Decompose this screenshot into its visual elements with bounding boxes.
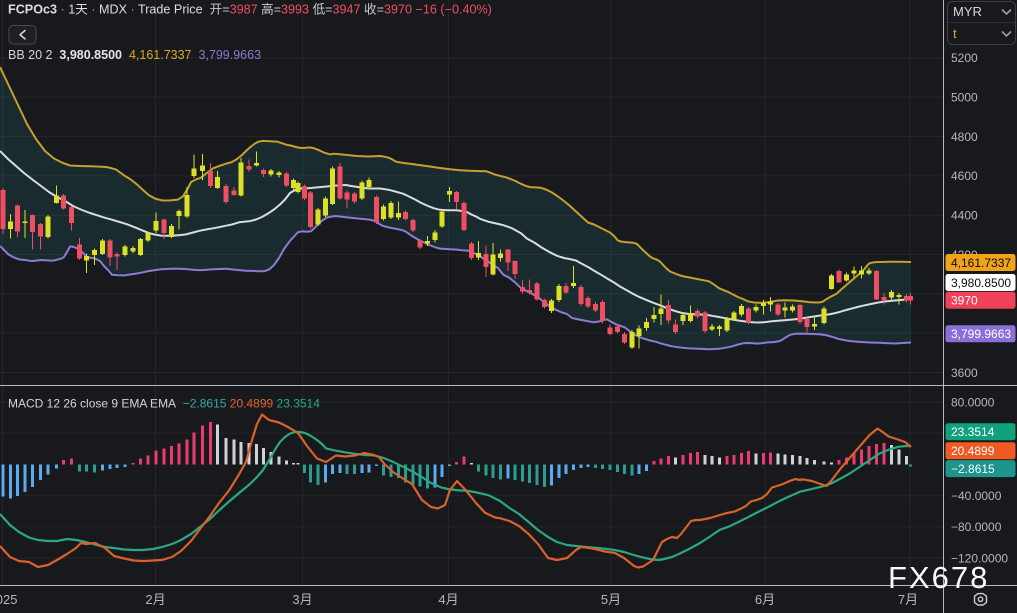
svg-text:23.3514: 23.3514 (951, 425, 995, 439)
svg-text:2025: 2025 (0, 592, 17, 607)
svg-text:−2.8615: −2.8615 (951, 462, 995, 476)
svg-text:t: t (953, 26, 957, 41)
svg-text:4600: 4600 (951, 169, 978, 183)
svg-text:3,799.9663: 3,799.9663 (951, 327, 1011, 341)
svg-text:−80.0000: −80.0000 (951, 520, 1002, 534)
svg-text:−40.0000: −40.0000 (951, 489, 1002, 503)
svg-text:FCPOc3 · 1天 · MDX · Trade Pric: FCPOc3 · 1天 · MDX · Trade Price 开=3987 高… (8, 2, 492, 17)
svg-text:4400: 4400 (951, 209, 978, 223)
svg-text:3,980.8500: 3,980.8500 (951, 276, 1011, 290)
svg-text:6月: 6月 (755, 592, 775, 607)
svg-text:4,161.7337: 4,161.7337 (951, 256, 1011, 270)
svg-text:80.0000: 80.0000 (951, 395, 995, 409)
svg-text:4月: 4月 (438, 592, 458, 607)
svg-text:3970: 3970 (951, 294, 978, 308)
svg-text:BB 20 2 3,980.8500 4,161.733: BB 20 2 3,980.8500 4,161.7337 3,799.9663 (8, 48, 261, 62)
svg-text:FX678: FX678 (888, 560, 989, 595)
svg-text:3月: 3月 (292, 592, 312, 607)
svg-text:2月: 2月 (145, 592, 165, 607)
svg-text:3600: 3600 (951, 366, 978, 380)
svg-text:5月: 5月 (601, 592, 621, 607)
svg-text:5200: 5200 (951, 51, 978, 65)
svg-text:MACD 12 26 close 9 EMA EMA −2: MACD 12 26 close 9 EMA EMA −2.8615 20.48… (8, 397, 320, 411)
svg-text:20.4899: 20.4899 (951, 444, 995, 458)
svg-text:MYR: MYR (953, 4, 982, 19)
svg-text:4800: 4800 (951, 130, 978, 144)
svg-text:5000: 5000 (951, 91, 978, 105)
